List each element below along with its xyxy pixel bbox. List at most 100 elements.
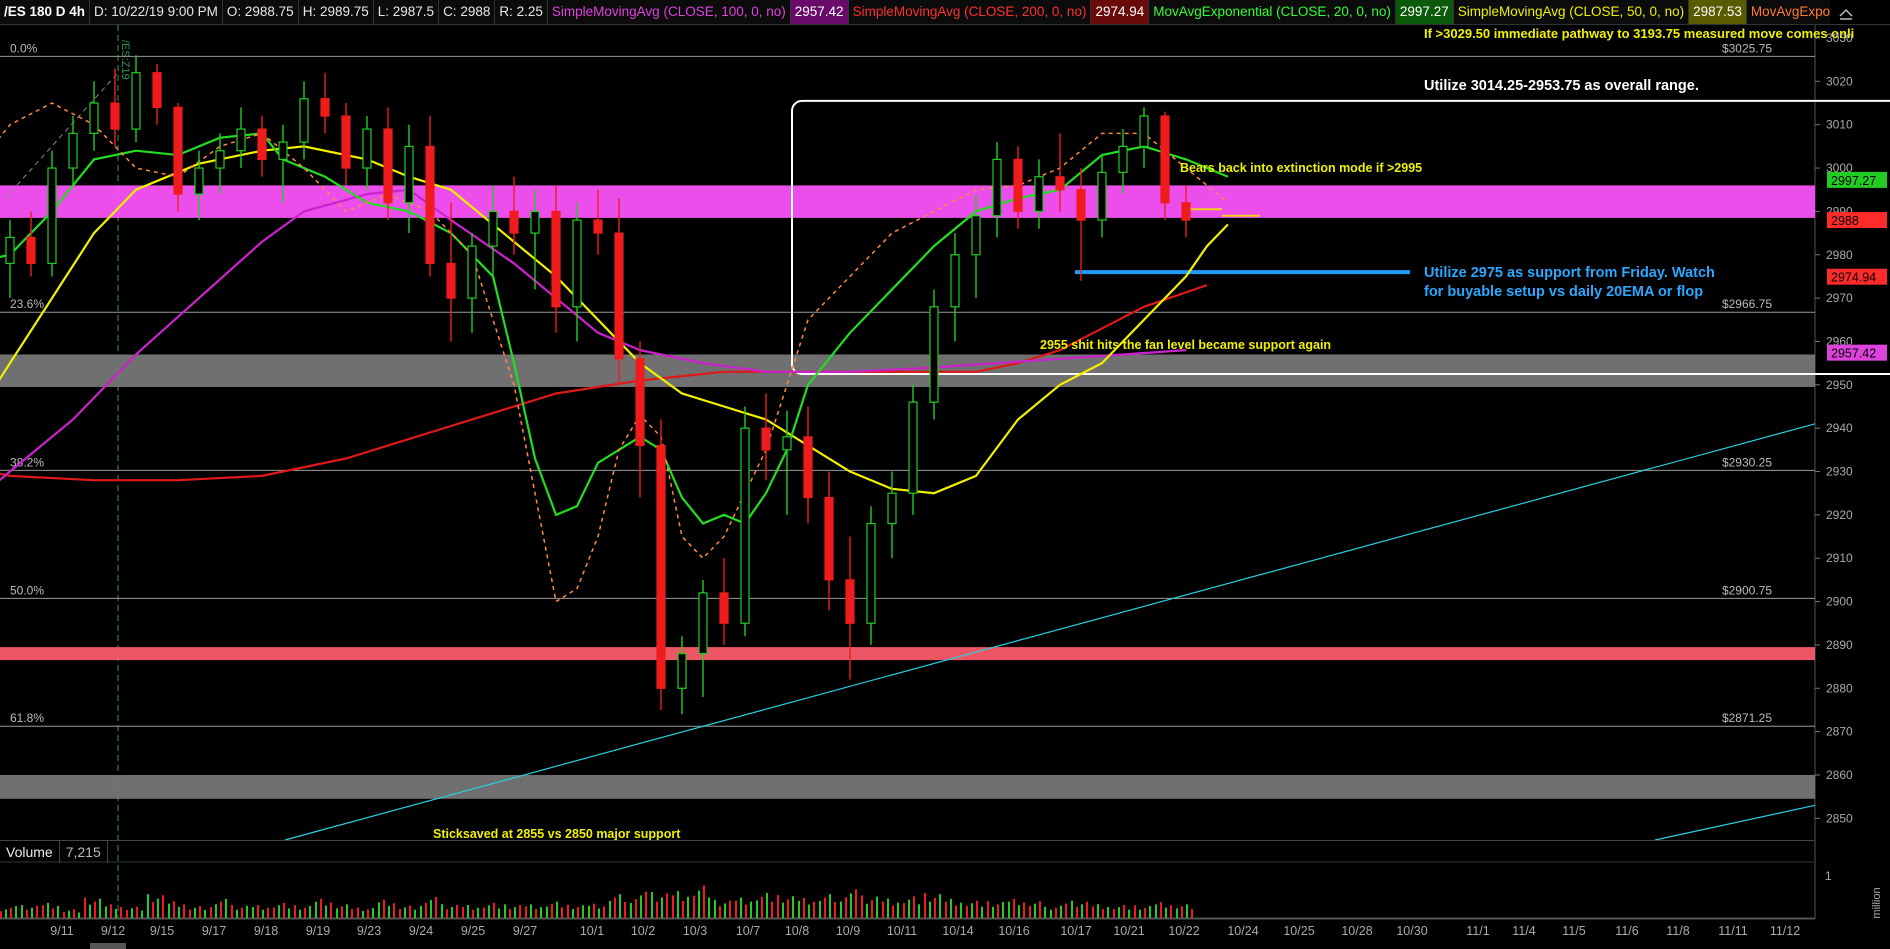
candle-body-46 <box>971 215 981 256</box>
x-tick-label-16: 10/11 <box>887 924 917 938</box>
close-readout: C: 2988 <box>439 0 496 24</box>
y-tick-label-18: 3030 <box>1826 31 1853 45</box>
candle-body-29 <box>614 232 624 360</box>
annotation-2: Bears back into extinction mode if >2995 <box>1180 161 1422 175</box>
candle-body-40 <box>845 579 855 624</box>
candle-body-28 <box>593 219 603 234</box>
candle-body-51 <box>1076 189 1086 221</box>
candle-body-21 <box>446 262 456 299</box>
x-tick-label-32: 11/12 <box>1770 924 1800 938</box>
contract-roll-label: /ES:Z19 <box>119 40 131 80</box>
y-tick-label-16: 3010 <box>1826 118 1853 132</box>
y-tick-label-10: 2950 <box>1826 378 1853 392</box>
zone-0 <box>0 185 1815 218</box>
x-tick-label-0: 9/11 <box>50 924 73 938</box>
zone-3 <box>0 774 1815 799</box>
x-tick-label-13: 10/7 <box>736 924 760 938</box>
study-ema20-label[interactable]: MovAvgExponential (CLOSE, 20, 0, no) <box>1149 0 1396 24</box>
x-tick-label-28: 11/5 <box>1562 924 1585 938</box>
study-ema20-value: 2997.27 <box>1395 0 1454 24</box>
candle-body-37 <box>782 436 792 451</box>
fib-price-label-2: $2930.25 <box>1722 455 1772 469</box>
y-tick-label-3: 2880 <box>1826 681 1853 695</box>
candle-body-8 <box>173 106 183 195</box>
candle-body-47 <box>992 158 1002 217</box>
candle-body-25 <box>530 210 540 234</box>
y-tick-label-17: 3020 <box>1826 74 1853 88</box>
price-chart[interactable]: /ES:Z19 0.0% $3025.7523.6% $2966.7538.2% $2… <box>0 0 1890 949</box>
candle-body-48 <box>1013 158 1023 213</box>
y-tick-label-12: 2970 <box>1826 291 1853 305</box>
x-tick-label-22: 10/24 <box>1227 924 1258 938</box>
open-readout: O: 2988.75 <box>223 0 299 24</box>
annotation-1: Utilize 3014.25-2953.75 as overall range… <box>1424 78 1699 94</box>
fib-price-label-3: $2900.75 <box>1722 583 1772 597</box>
price-axis: 2850 2860 2870 2880 2890 2900 2910 2920 2930 2940… <box>1815 31 1887 825</box>
candle-body-26 <box>551 210 561 308</box>
candle-body-14 <box>299 98 309 143</box>
volume-label[interactable]: Volume <box>0 841 60 863</box>
candle-body-42 <box>887 492 897 525</box>
time-axis: 9/11 9/12 9/15 9/17 9/18 9/19 9/23 9/24 9/25 9/27… <box>0 918 1890 949</box>
x-tick-label-25: 10/30 <box>1396 924 1427 938</box>
low-readout: L: 2987.5 <box>374 0 440 24</box>
zone-2 <box>0 647 1815 661</box>
y-tick-label-7: 2920 <box>1826 508 1853 522</box>
symbol-label[interactable]: /ES 180 D 4h <box>0 0 91 24</box>
x-tick-label-31: 11/11 <box>1718 924 1747 938</box>
candle-body-22 <box>467 245 477 299</box>
candle-body-6 <box>131 72 141 130</box>
chart-header: /ES 180 D 4h D: 10/22/19 9:00 PM O: 2988… <box>0 0 1830 25</box>
candle-body-56 <box>1181 202 1191 221</box>
study-sma100-value: 2957.42 <box>790 0 849 24</box>
candle-body-35 <box>740 427 750 624</box>
price-badge-3: 2957.42 <box>1831 347 1876 361</box>
y-tick-label-0: 2850 <box>1826 811 1853 825</box>
candle-body-34 <box>719 592 729 624</box>
y-tick-label-1: 2860 <box>1826 768 1853 782</box>
candle-body-54 <box>1139 115 1149 147</box>
x-tick-label-24: 10/28 <box>1341 924 1372 938</box>
x-tick-label-18: 10/16 <box>998 924 1029 938</box>
price-badge-0: 2997.27 <box>1831 174 1876 188</box>
x-tick-label-3: 9/17 <box>202 924 226 938</box>
candle-body-19 <box>404 145 414 204</box>
x-tick-label-5: 9/19 <box>306 924 330 938</box>
scrollbar-thumb <box>90 943 126 949</box>
candle-body-45 <box>950 254 960 308</box>
candle-body-10 <box>215 150 225 169</box>
x-tick-label-17: 10/14 <box>942 924 973 938</box>
candle-body-13 <box>278 141 288 160</box>
volume-value: 7,215 <box>60 841 108 863</box>
x-tick-label-6: 9/23 <box>357 924 381 938</box>
annotation-6: Sticksaved at 2855 vs 2850 major support <box>433 827 681 841</box>
x-tick-label-19: 10/17 <box>1060 924 1091 938</box>
candle-body-32 <box>677 652 687 689</box>
x-tick-label-14: 10/8 <box>785 924 809 938</box>
study-sma50-label[interactable]: SimpleMovingAvg (CLOSE, 50, 0, no) <box>1454 0 1690 24</box>
collapse-button[interactable] <box>1830 0 1890 25</box>
study-sma200-label[interactable]: SimpleMovingAvg (CLOSE, 200, 0, no) <box>849 0 1092 24</box>
x-tick-label-20: 10/21 <box>1113 924 1144 938</box>
x-tick-label-8: 9/25 <box>461 924 485 938</box>
candle-body-4 <box>89 102 99 134</box>
candle-body-0 <box>5 236 15 265</box>
candle-body-43 <box>908 401 918 494</box>
study-ema-extra-label[interactable]: MovAvgExponential ... <box>1747 0 1830 24</box>
fib-pct-label-1: 23.6% <box>10 297 44 311</box>
x-tick-label-23: 10/25 <box>1283 924 1314 938</box>
volume-pane: 1<million <box>0 861 1883 925</box>
candle-body-11 <box>236 128 246 152</box>
study-sma100-label[interactable]: SimpleMovingAvg (CLOSE, 100, 0, no) <box>548 0 791 24</box>
y-tick-label-2: 2870 <box>1826 725 1853 739</box>
x-tick-label-9: 9/27 <box>513 924 537 938</box>
price-badge-1: 2988 <box>1831 214 1859 228</box>
candle-body-44 <box>929 306 939 403</box>
candle-body-33 <box>698 592 708 655</box>
candle-body-30 <box>635 358 645 447</box>
x-tick-label-30: 11/8 <box>1666 924 1689 938</box>
candle-body-53 <box>1118 145 1128 173</box>
candle-body-3 <box>68 132 78 169</box>
candle-body-18 <box>383 128 393 204</box>
candle-body-41 <box>866 522 876 624</box>
